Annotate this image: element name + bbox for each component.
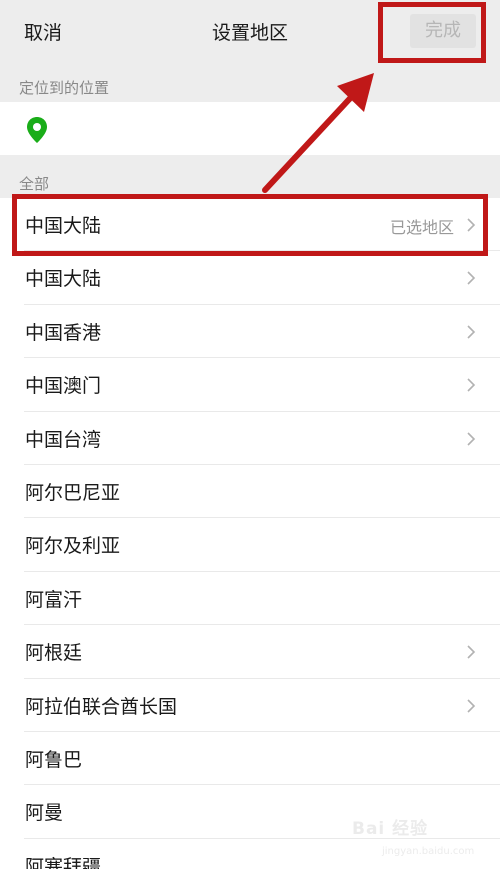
region-name: 中国台湾 (25, 428, 102, 451)
done-button[interactable]: 完成 (410, 14, 476, 48)
region-row[interactable]: 阿拉伯联合酋长国 (0, 679, 500, 733)
region-name: 阿富汗 (25, 588, 83, 611)
region-name: 中国大陆 (25, 215, 102, 237)
region-name: 阿曼 (25, 802, 64, 825)
region-name: 中国香港 (25, 321, 102, 344)
section-label-location: 定位到的位置 (19, 79, 110, 97)
chevron-right-icon (467, 325, 476, 339)
map-pin-icon (27, 117, 47, 143)
chevron-right-icon (467, 698, 476, 713)
region-name: 中国澳门 (25, 375, 102, 398)
region-name: 阿根廷 (25, 642, 83, 665)
chevron-right-icon (467, 218, 476, 232)
region-name: 中国大陆 (25, 268, 102, 291)
chevron-right-icon (467, 431, 476, 446)
region-row[interactable]: 阿富汗 (0, 572, 500, 626)
region-row[interactable]: 阿根廷 (0, 625, 500, 679)
selected-region-label: 已选地区 (389, 218, 454, 237)
chevron-right-icon (467, 378, 476, 392)
watermark-url: jingyan.baidu.com (382, 846, 475, 857)
region-row[interactable]: 中国大陆 已选地区 (0, 198, 500, 252)
located-position-cell[interactable] (0, 102, 500, 155)
watermark: Bai 经验 jingyan.baidu.com (352, 812, 492, 862)
chevron-right-icon (467, 645, 476, 659)
region-name: 阿塞拜疆 (25, 855, 102, 869)
region-name: 阿尔及利亚 (25, 535, 121, 558)
section-label-all: 全部 (19, 175, 50, 193)
watermark-brand: Bai 经验 (352, 819, 429, 839)
region-name: 阿尔巴尼亚 (25, 481, 121, 504)
region-row[interactable]: 中国台湾 (0, 412, 500, 466)
region-name: 阿鲁巴 (25, 748, 83, 771)
region-name: 阿拉伯联合酋长国 (25, 695, 178, 718)
region-row[interactable]: 阿尔巴尼亚 (0, 465, 500, 519)
chevron-right-icon (467, 271, 476, 285)
navigation-bar: 取消 设置地区 完成 (0, 0, 500, 66)
region-row[interactable]: 阿尔及利亚 (0, 518, 500, 573)
region-row[interactable]: 中国大陆 (0, 251, 500, 306)
region-row[interactable]: 中国澳门 (0, 358, 500, 412)
region-row[interactable]: 中国香港 (0, 305, 500, 359)
region-row[interactable]: 阿鲁巴 (0, 732, 500, 786)
region-list: 中国大陆 已选地区 中国大陆 中国香港 中国澳门 中国台湾 阿尔巴尼亚 阿尔及利亚 阿富汗 阿根廷… (0, 198, 500, 869)
